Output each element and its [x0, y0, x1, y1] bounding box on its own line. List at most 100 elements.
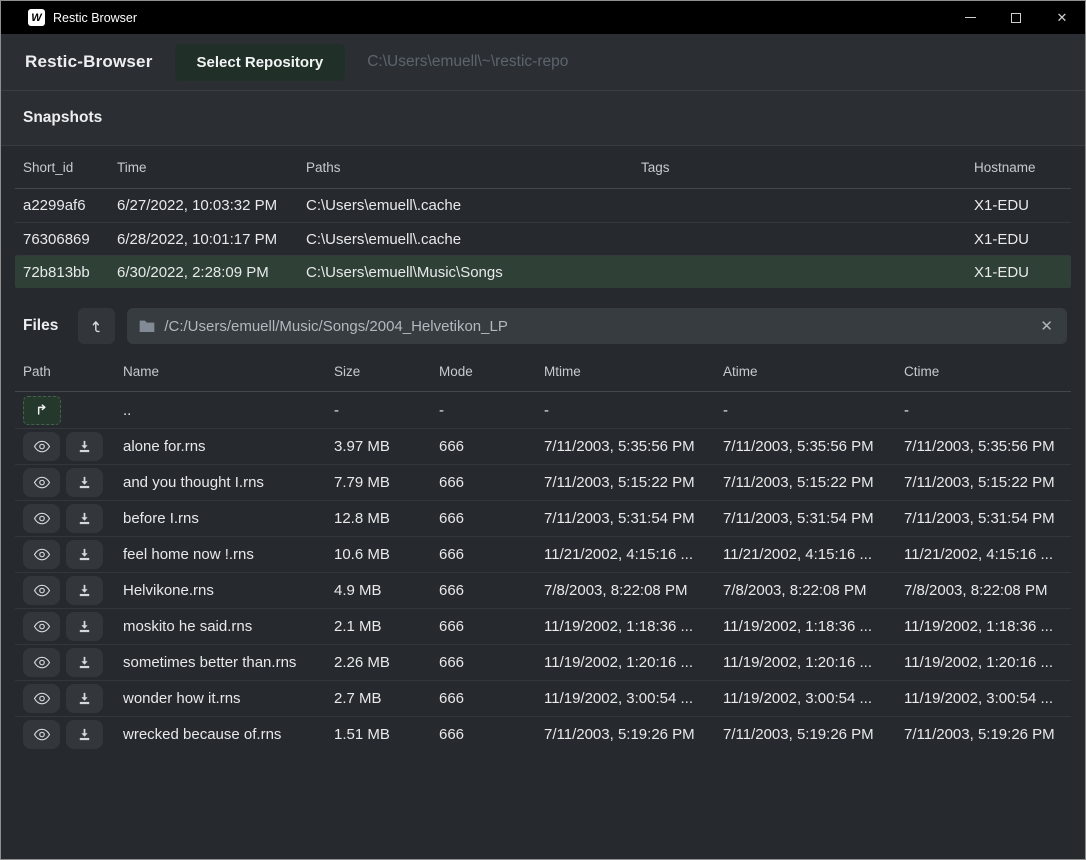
go-up-button[interactable] [23, 396, 61, 425]
column-name: Name [123, 364, 334, 379]
snapshot-row[interactable]: a2299af6 6/27/2022, 10:03:32 PM C:\Users… [15, 189, 1071, 222]
snapshot-paths: C:\Users\emuell\.cache [306, 231, 641, 248]
download-button[interactable] [66, 648, 103, 677]
download-icon [77, 547, 92, 562]
file-row[interactable]: wrecked because of.rns 1.51 MB 666 7/11/… [15, 716, 1071, 752]
file-row[interactable]: alone for.rns 3.97 MB 666 7/11/2003, 5:3… [15, 428, 1071, 464]
repository-path-text: C:\Users\emuell\~\restic-repo [367, 53, 568, 71]
files-section-header: Files /C:/Users/emuell/Music/Songs/2004_… [1, 300, 1085, 352]
file-mtime: 7/11/2003, 5:19:26 PM [544, 726, 723, 743]
close-button[interactable]: ✕ [1039, 1, 1085, 34]
column-path: Path [23, 364, 123, 379]
file-name: wrecked because of.rns [123, 726, 334, 743]
files-path-input[interactable]: /C:/Users/emuell/Music/Songs/2004_Helvet… [127, 308, 1067, 344]
wails-logo-icon: W [28, 9, 45, 26]
file-row[interactable]: before I.rns 12.8 MB 666 7/11/2003, 5:31… [15, 500, 1071, 536]
column-atime: Atime [723, 364, 904, 379]
dump-up-button[interactable] [78, 308, 115, 344]
file-mtime: 7/11/2003, 5:31:54 PM [544, 510, 723, 527]
file-row[interactable]: feel home now !.rns 10.6 MB 666 11/21/20… [15, 536, 1071, 572]
snapshot-short-id: 72b813bb [23, 264, 117, 281]
file-ctime: 7/11/2003, 5:15:22 PM [904, 474, 1063, 491]
snapshot-row[interactable]: 72b813bb 6/30/2022, 2:28:09 PM C:\Users\… [15, 255, 1071, 288]
file-atime: 11/19/2002, 3:00:54 ... [723, 690, 904, 707]
preview-button[interactable] [23, 432, 60, 461]
snapshot-time: 6/27/2022, 10:03:32 PM [117, 197, 306, 214]
file-name: Helvikone.rns [123, 582, 334, 599]
download-button[interactable] [66, 576, 103, 605]
parent-size: - [334, 402, 439, 419]
file-mode: 666 [439, 618, 544, 635]
file-size: 7.79 MB [334, 474, 439, 491]
parent-ctime: - [904, 402, 1063, 419]
snapshot-paths: C:\Users\emuell\.cache [306, 197, 641, 214]
snapshot-hostname: X1-EDU [974, 231, 1063, 248]
parent-mode: - [439, 402, 544, 419]
minimize-button[interactable] [947, 1, 993, 34]
preview-button[interactable] [23, 540, 60, 569]
download-button[interactable] [66, 684, 103, 713]
select-repository-button[interactable]: Select Repository [175, 44, 346, 81]
file-ctime: 7/8/2003, 8:22:08 PM [904, 582, 1063, 599]
file-row[interactable]: moskito he said.rns 2.1 MB 666 11/19/200… [15, 608, 1071, 644]
file-ctime: 7/11/2003, 5:31:54 PM [904, 510, 1063, 527]
folder-icon [139, 319, 155, 333]
download-button[interactable] [66, 540, 103, 569]
snapshot-hostname: X1-EDU [974, 197, 1063, 214]
file-size: 4.9 MB [334, 582, 439, 599]
download-icon [77, 691, 92, 706]
preview-button[interactable] [23, 612, 60, 641]
titlebar: W Restic Browser ✕ [1, 1, 1085, 34]
section-divider [1, 288, 1085, 300]
file-size: 1.51 MB [334, 726, 439, 743]
snapshot-row[interactable]: 76306869 6/28/2022, 10:01:17 PM C:\Users… [15, 222, 1071, 255]
minimize-icon [965, 17, 976, 18]
column-ctime: Ctime [904, 364, 1063, 379]
preview-button[interactable] [23, 576, 60, 605]
column-short-id: Short_id [23, 160, 117, 175]
file-name: alone for.rns [123, 438, 334, 455]
column-mtime: Mtime [544, 364, 723, 379]
snapshot-short-id: 76306869 [23, 231, 117, 248]
file-ctime: 7/11/2003, 5:19:26 PM [904, 726, 1063, 743]
file-atime: 11/21/2002, 4:15:16 ... [723, 546, 904, 563]
snapshots-table: Short_id Time Paths Tags Hostname a2299a… [15, 146, 1071, 288]
empty-area [1, 752, 1085, 859]
file-ctime: 7/11/2003, 5:35:56 PM [904, 438, 1063, 455]
download-button[interactable] [66, 504, 103, 533]
eye-icon [33, 727, 51, 742]
eye-icon [33, 547, 51, 562]
file-row[interactable]: and you thought I.rns 7.79 MB 666 7/11/2… [15, 464, 1071, 500]
snapshot-time: 6/28/2022, 10:01:17 PM [117, 231, 306, 248]
file-atime: 7/11/2003, 5:31:54 PM [723, 510, 904, 527]
snapshots-table-header: Short_id Time Paths Tags Hostname [15, 146, 1071, 189]
preview-button[interactable] [23, 720, 60, 749]
file-row[interactable]: Helvikone.rns 4.9 MB 666 7/8/2003, 8:22:… [15, 572, 1071, 608]
file-row[interactable]: wonder how it.rns 2.7 MB 666 11/19/2002,… [15, 680, 1071, 716]
file-name: and you thought I.rns [123, 474, 334, 491]
column-time: Time [117, 160, 306, 175]
files-table-header: Path Name Size Mode Mtime Atime Ctime [15, 352, 1071, 392]
column-mode: Mode [439, 364, 544, 379]
download-icon [77, 439, 92, 454]
preview-button[interactable] [23, 684, 60, 713]
download-button[interactable] [66, 468, 103, 497]
download-button[interactable] [66, 612, 103, 641]
download-button[interactable] [66, 720, 103, 749]
clear-path-icon[interactable]: ✕ [1038, 317, 1055, 335]
download-button[interactable] [66, 432, 103, 461]
maximize-icon [1011, 13, 1021, 23]
snapshot-paths: C:\Users\emuell\Music\Songs [306, 264, 641, 281]
download-icon [77, 619, 92, 634]
file-mode: 666 [439, 438, 544, 455]
file-row[interactable]: sometimes better than.rns 2.26 MB 666 11… [15, 644, 1071, 680]
file-mode: 666 [439, 726, 544, 743]
preview-button[interactable] [23, 468, 60, 497]
maximize-button[interactable] [993, 1, 1039, 34]
parent-directory-row[interactable]: .. - - - - - [15, 392, 1071, 428]
toolbar: Restic-Browser Select Repository C:\User… [1, 34, 1085, 91]
file-mode: 666 [439, 546, 544, 563]
preview-button[interactable] [23, 504, 60, 533]
preview-button[interactable] [23, 648, 60, 677]
snapshots-title: Snapshots [23, 109, 102, 127]
